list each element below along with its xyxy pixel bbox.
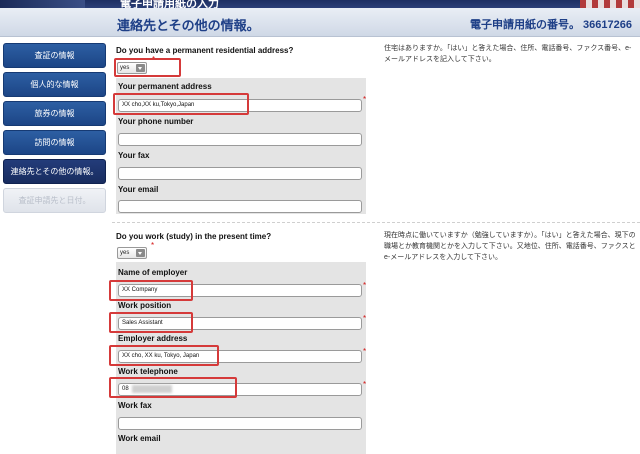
required-marker: * [363, 314, 367, 323]
required-marker: * [363, 95, 367, 104]
sidebar-item-visit-info[interactable]: 訪問の情報 [3, 130, 106, 155]
sidebar-item-application-place-date: 査証申請先と日付。 [3, 188, 106, 213]
page-title: 連絡先とその他の情報。 [117, 18, 260, 33]
residence-question: Do you have a permanent residential addr… [116, 46, 294, 55]
required-marker: * [363, 347, 367, 356]
required-marker: * [363, 380, 367, 389]
flag-decoration [580, 0, 640, 8]
work-answer-select[interactable]: yes [117, 247, 147, 259]
highlight-annotation [109, 280, 193, 301]
work-fax-input[interactable] [118, 417, 362, 430]
page-header: 連絡先とその他の情報。 電子申請用紙の番号。 36617266 [0, 8, 640, 37]
chevron-down-icon [136, 249, 145, 257]
employer-address-label: Employer address [118, 334, 188, 343]
sidebar: 査証の情報 個人的な情報 旅券の情報 訪問の情報 連絡先とその他の情報。 査証申… [0, 37, 110, 454]
top-title: 電子申請用紙の入力 [120, 0, 219, 8]
work-telephone-label: Work telephone [118, 367, 178, 376]
sidebar-item-label: 査証の情報 [34, 51, 75, 60]
site-logo [0, 0, 85, 8]
position-label: Work position [118, 301, 172, 310]
highlight-annotation [109, 377, 237, 398]
work-help-text: 現在時点に働いていますか（勉強していますか）。「はい」と答えた場合、現下の職場と… [384, 232, 636, 261]
work-email-label: Work email [118, 434, 161, 443]
email-label: Your email [118, 185, 159, 194]
employer-label: Name of employer [118, 268, 188, 277]
work-fax-label: Work fax [118, 401, 152, 410]
sidebar-item-label: 旅券の情報 [34, 109, 75, 118]
sidebar-item-visa-info[interactable]: 査証の情報 [3, 43, 106, 68]
highlight-annotation [113, 93, 249, 115]
sidebar-item-label: 個人的な情報 [30, 80, 79, 89]
phone-label: Your phone number [118, 117, 194, 126]
fax-label: Your fax [118, 151, 150, 160]
form-number: 電子申請用紙の番号。 36617266 [470, 19, 632, 31]
highlight-annotation [114, 58, 181, 77]
main-content: Do you have a permanent residential addr… [109, 37, 640, 454]
phone-input[interactable] [118, 133, 362, 146]
residence-help-text: 住宅はありますか。「はい」と答えた場合、住所、電話番号、ファクス番号、e-メール… [384, 45, 632, 63]
highlight-annotation [109, 345, 219, 366]
email-input[interactable] [118, 200, 362, 213]
select-value: yes [120, 250, 130, 256]
top-banner: 電子申請用紙の入力 [0, 0, 640, 8]
sidebar-item-label: 訪問の情報 [34, 138, 75, 147]
address-label: Your permanent address [118, 82, 212, 91]
section-divider [112, 222, 640, 223]
sidebar-item-label: 査証申請先と日付。 [18, 196, 91, 205]
sidebar-item-contact-info[interactable]: 連絡先とその他の情報。 [3, 159, 106, 184]
sidebar-item-label: 連絡先とその他の情報。 [10, 167, 99, 176]
sidebar-item-passport-info[interactable]: 旅券の情報 [3, 101, 106, 126]
highlight-annotation [109, 312, 193, 333]
sidebar-item-personal-info[interactable]: 個人的な情報 [3, 72, 106, 97]
work-question: Do you work (study) in the present time? [116, 232, 272, 241]
required-marker: * [151, 241, 155, 250]
required-marker: * [363, 281, 367, 290]
fax-input[interactable] [118, 167, 362, 180]
